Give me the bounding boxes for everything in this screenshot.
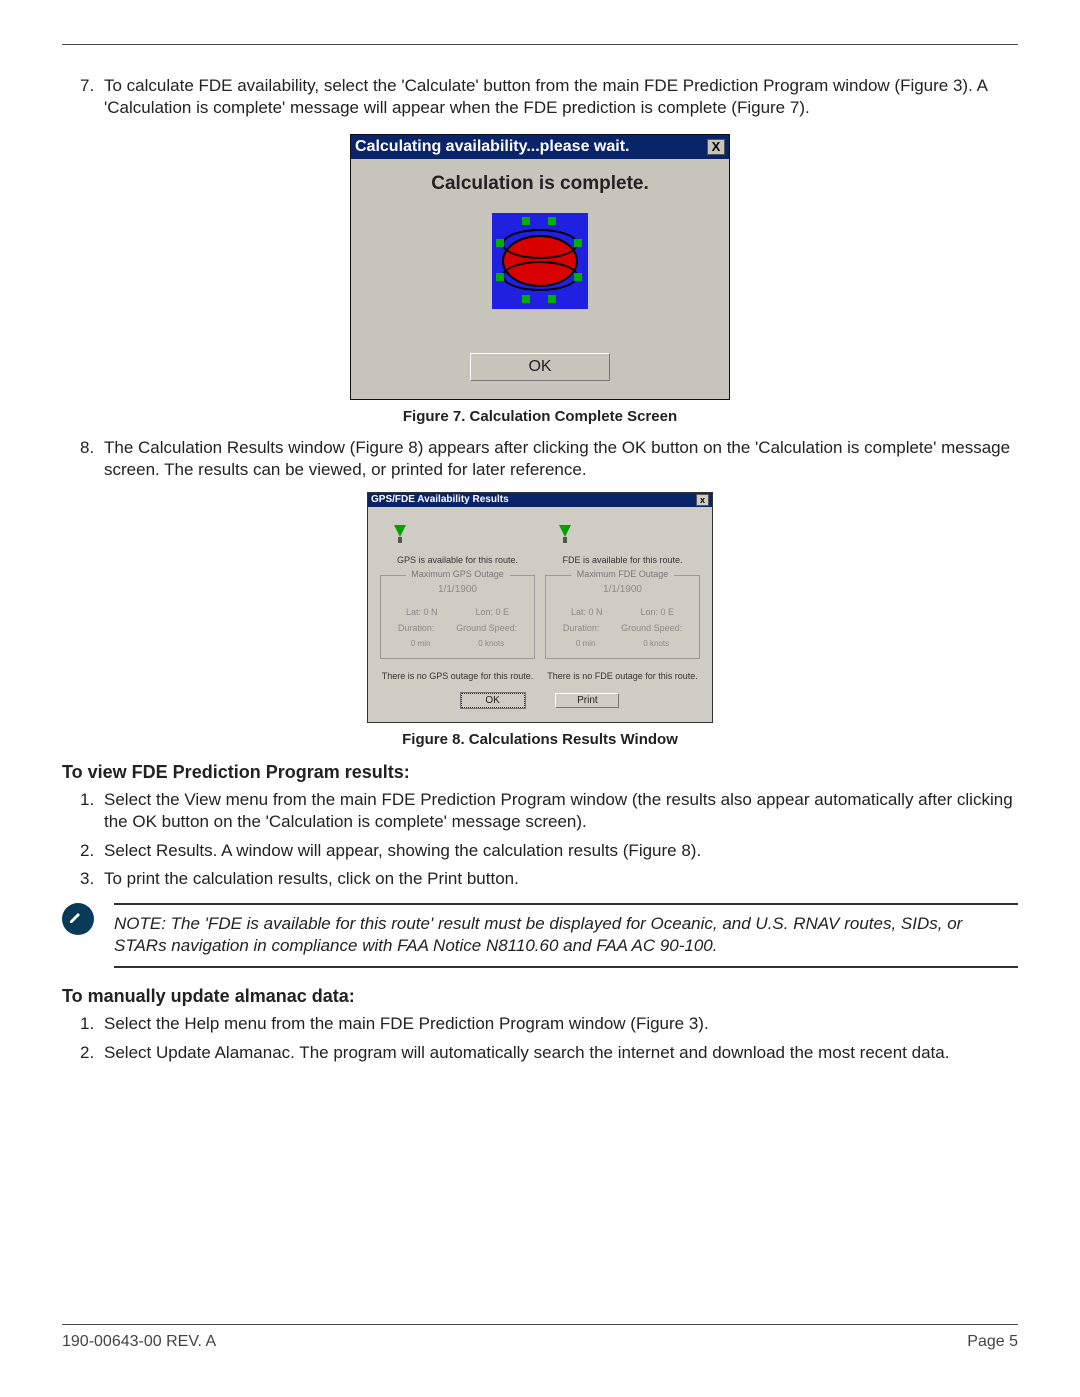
step-number: 2. (80, 840, 104, 862)
page-number: Page 5 (967, 1333, 1018, 1351)
fde-available-text: FDE is available for this route. (545, 555, 700, 565)
gps-available-text: GPS is available for this route. (380, 555, 535, 565)
gps-gs-value: 0 knots (478, 639, 504, 648)
step-text: Select Results. A window will appear, sh… (104, 840, 1018, 862)
dialog-message: Calculation is complete. (361, 173, 719, 195)
gps-column: GPS is available for this route. Maximum… (380, 517, 535, 681)
step-text: The Calculation Results window (Figure 8… (104, 437, 1018, 482)
satellite-icon (557, 523, 579, 545)
dialog-title: Calculating availability...please wait. (355, 138, 629, 156)
dialog-titlebar: Calculating availability...please wait. … (351, 135, 729, 159)
figure8-caption: Figure 8. Calculations Results Window (62, 731, 1018, 748)
step-number: 1. (80, 1013, 104, 1035)
dialog-title: GPS/FDE Availability Results (371, 494, 509, 506)
gps-no-outage: There is no GPS outage for this route. (380, 671, 535, 681)
fde-lon: Lon: 0 E (640, 607, 674, 617)
step-number: 8. (80, 437, 104, 482)
note-text: NOTE: The 'FDE is available for this rou… (114, 903, 1018, 969)
satellite-graphic (492, 213, 588, 309)
step-number: 7. (80, 75, 104, 120)
ok-button[interactable]: OK (461, 693, 525, 708)
step-text: Select the View menu from the main FDE P… (104, 789, 1018, 834)
satellite-icon (392, 523, 414, 545)
ok-button[interactable]: OK (470, 353, 610, 381)
gps-lat: Lat: 0 N (406, 607, 438, 617)
step-number: 2. (80, 1042, 104, 1064)
group-legend: Maximum GPS Outage (405, 569, 510, 579)
gps-lon: Lon: 0 E (475, 607, 509, 617)
print-button[interactable]: Print (555, 693, 619, 708)
fde-date: 1/1/1900 (552, 584, 693, 595)
top-rule (62, 44, 1018, 45)
fde-column: FDE is available for this route. Maximum… (545, 517, 700, 681)
list-item: 2. Select Results. A window will appear,… (62, 840, 1018, 862)
fde-outage-group: Maximum FDE Outage 1/1/1900 Lat: 0 N Lon… (545, 575, 700, 659)
page-footer: 190-00643-00 REV. A Page 5 (62, 1324, 1018, 1351)
note-block: NOTE: The 'FDE is available for this rou… (62, 903, 1018, 969)
fde-gs-label: Ground Speed: (621, 623, 682, 633)
step-text: To print the calculation results, click … (104, 868, 1018, 890)
fde-lat: Lat: 0 N (571, 607, 603, 617)
availability-results-dialog: GPS/FDE Availability Results x GPS is av… (367, 492, 713, 723)
fde-no-outage: There is no FDE outage for this route. (545, 671, 700, 681)
list-item: 1. Select the Help menu from the main FD… (62, 1013, 1018, 1035)
gps-dur-value: 0 min (411, 639, 431, 648)
step-8: 8. The Calculation Results window (Figur… (62, 437, 1018, 482)
gps-date: 1/1/1900 (387, 584, 528, 595)
close-icon[interactable]: x (696, 494, 709, 506)
calculation-complete-dialog: Calculating availability...please wait. … (350, 134, 730, 400)
figure7-caption: Figure 7. Calculation Complete Screen (62, 408, 1018, 425)
step-text: Select Update Alamanac. The program will… (104, 1042, 1018, 1064)
step-7: 7. To calculate FDE availability, select… (62, 75, 1018, 120)
group-legend: Maximum FDE Outage (571, 569, 675, 579)
gps-dur-label: Duration: (398, 623, 435, 633)
step-number: 1. (80, 789, 104, 834)
gps-outage-group: Maximum GPS Outage 1/1/1900 Lat: 0 N Lon… (380, 575, 535, 659)
step-text: To calculate FDE availability, select th… (104, 75, 1018, 120)
doc-number: 190-00643-00 REV. A (62, 1333, 216, 1351)
note-icon (62, 903, 94, 935)
list-item: 1. Select the View menu from the main FD… (62, 789, 1018, 834)
fde-dur-label: Duration: (563, 623, 600, 633)
list-item: 3. To print the calculation results, cli… (62, 868, 1018, 890)
close-icon[interactable]: X (707, 139, 725, 155)
gps-gs-label: Ground Speed: (456, 623, 517, 633)
section-update-almanac-heading: To manually update almanac data: (62, 986, 1018, 1007)
fde-dur-value: 0 min (576, 639, 596, 648)
section-view-results-heading: To view FDE Prediction Program results: (62, 762, 1018, 783)
step-text: Select the Help menu from the main FDE P… (104, 1013, 1018, 1035)
step-number: 3. (80, 868, 104, 890)
list-item: 2. Select Update Alamanac. The program w… (62, 1042, 1018, 1064)
dialog-titlebar: GPS/FDE Availability Results x (368, 493, 712, 507)
fde-gs-value: 0 knots (643, 639, 669, 648)
